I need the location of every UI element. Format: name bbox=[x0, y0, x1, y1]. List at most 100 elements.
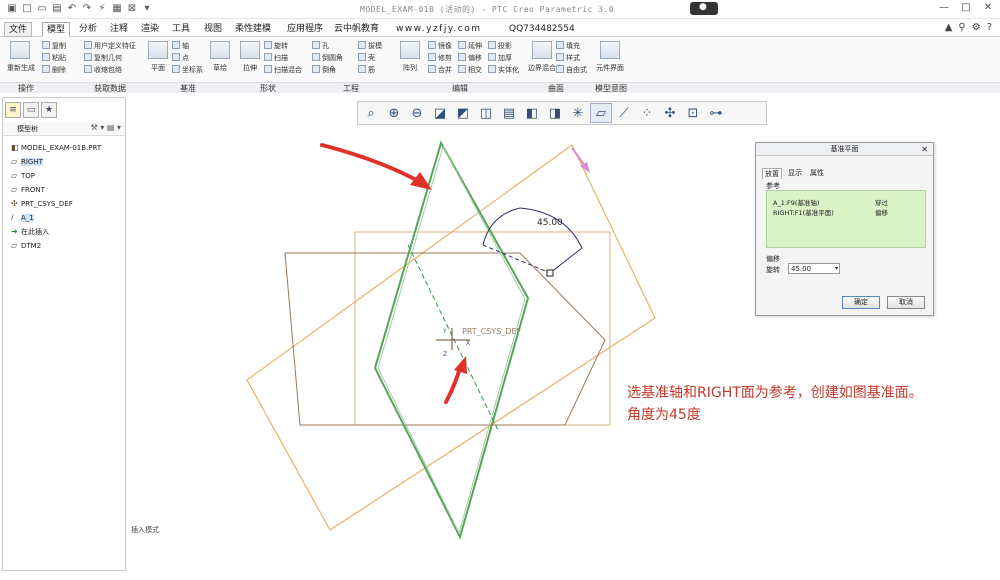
refit-icon[interactable]: ⌕ bbox=[360, 103, 382, 123]
sketch-button[interactable] bbox=[210, 41, 230, 59]
minimize-icon[interactable]: — bbox=[938, 2, 950, 13]
perspective-icon[interactable]: ◨ bbox=[544, 103, 566, 123]
tab-annotate[interactable]: 注释 bbox=[106, 22, 132, 37]
chevron-down-icon[interactable]: ▾ bbox=[835, 264, 838, 274]
swept-blend-button[interactable]: 扫描混合 bbox=[264, 65, 302, 75]
group-get-data[interactable]: 获取数据 bbox=[94, 83, 126, 94]
search-toggle[interactable]: ● bbox=[690, 2, 718, 15]
point-button[interactable]: 点 bbox=[172, 53, 189, 63]
delete-button[interactable]: 删除 bbox=[42, 65, 66, 75]
ok-button[interactable]: 确定 bbox=[842, 296, 880, 309]
intersect-button[interactable]: 相交 bbox=[458, 65, 482, 75]
favorites-tab-icon[interactable]: ★ bbox=[41, 102, 57, 118]
zoom-out-icon[interactable]: ⊖ bbox=[406, 103, 428, 123]
mirror-button[interactable]: 镜像 bbox=[428, 41, 452, 51]
rib-button[interactable]: 筋 bbox=[358, 65, 375, 75]
tab-display[interactable]: 显示 bbox=[786, 168, 804, 179]
references-list[interactable]: A_1:F9(基准轴) 穿过 RIGHT:F1(基准平面) 偏移 bbox=[766, 190, 926, 248]
cancel-button[interactable]: 取消 bbox=[887, 296, 925, 309]
group-operations[interactable]: 操作 bbox=[18, 83, 34, 94]
tree-item-right[interactable]: ▱ RIGHT bbox=[11, 157, 43, 167]
tab-applications[interactable]: 应用程序 bbox=[283, 22, 327, 37]
round-button[interactable]: 倒圆角 bbox=[312, 53, 343, 63]
tab-qq[interactable]: QQ734482554 bbox=[505, 22, 579, 37]
plane-button[interactable] bbox=[148, 41, 168, 59]
thicken-button[interactable]: 加厚 bbox=[488, 53, 512, 63]
rotation-input[interactable]: 45.00 ▾ bbox=[788, 263, 840, 274]
help-icon[interactable]: ? bbox=[987, 22, 992, 33]
redo-icon[interactable]: ↷ bbox=[81, 3, 93, 15]
tab-yzf-education[interactable]: 云中帆教育 bbox=[330, 22, 383, 37]
tab-tools[interactable]: 工具 bbox=[168, 22, 194, 37]
datum-filter-icon[interactable]: ⊶ bbox=[705, 103, 727, 123]
tab-placement[interactable]: 放置 bbox=[762, 168, 782, 179]
tree-item-front[interactable]: ▱ FRONT bbox=[11, 185, 45, 195]
solidify-button[interactable]: 实体化 bbox=[488, 65, 519, 75]
open-file-icon[interactable]: ▭ bbox=[36, 3, 48, 15]
boundary-blend-button[interactable] bbox=[532, 41, 552, 59]
reference-row[interactable]: RIGHT:F1(基准平面) 偏移 bbox=[773, 207, 923, 217]
minimize-ribbon-icon[interactable]: ▲ bbox=[945, 22, 953, 33]
tree-settings-icon[interactable]: ⚒ ▾ ▤ ▾ bbox=[91, 123, 121, 132]
search-icon[interactable]: ⚲ bbox=[958, 22, 965, 33]
udf-button[interactable]: 用户定义特征 bbox=[84, 41, 136, 51]
close-window-icon[interactable]: ⊠ bbox=[126, 3, 138, 15]
tree-item-top[interactable]: ▱ TOP bbox=[11, 171, 35, 181]
plane-display-icon[interactable]: ▱ bbox=[590, 103, 612, 123]
tree-item-axis[interactable]: / A_1 bbox=[11, 213, 34, 223]
tab-website[interactable]: www.yzfjy.com bbox=[392, 22, 485, 37]
windows-icon[interactable]: ▦ bbox=[111, 3, 123, 15]
group-model-intent[interactable]: 模型意图 bbox=[595, 83, 627, 94]
axis-display-icon[interactable]: ⟋ bbox=[613, 103, 635, 123]
shrinkwrap-button[interactable]: 收缩包络 bbox=[84, 65, 122, 75]
revolve-button[interactable]: 旋转 bbox=[264, 41, 288, 51]
view-manager-icon[interactable]: ▤ bbox=[498, 103, 520, 123]
trim-button[interactable]: 修剪 bbox=[428, 53, 452, 63]
reference-row[interactable]: A_1:F9(基准轴) 穿过 bbox=[773, 197, 923, 207]
tree-item-dtm2[interactable]: ▱ DTM2 bbox=[11, 241, 41, 251]
dialog-titlebar[interactable]: 基准平面 ✕ bbox=[756, 143, 933, 156]
settings-icon[interactable]: ⚙ bbox=[972, 22, 981, 33]
shell-button[interactable]: 壳 bbox=[358, 53, 375, 63]
chamfer-button[interactable]: 倒角 bbox=[312, 65, 336, 75]
extend-button[interactable]: 延伸 bbox=[458, 41, 482, 51]
reorient-icon[interactable]: ◩ bbox=[452, 103, 474, 123]
offset-button[interactable]: 偏移 bbox=[458, 53, 482, 63]
saved-orientations-icon[interactable]: ◫ bbox=[475, 103, 497, 123]
tab-flexible-modeling[interactable]: 柔性建模 bbox=[231, 22, 275, 37]
paste-button[interactable]: 粘贴 bbox=[42, 53, 66, 63]
regenerate-button[interactable] bbox=[10, 41, 30, 59]
display-style-icon[interactable]: ◧ bbox=[521, 103, 543, 123]
group-datum[interactable]: 基准 bbox=[180, 83, 196, 94]
tree-item-csys[interactable]: ✣ PRT_CSYS_DEF bbox=[11, 199, 73, 209]
extrude-button[interactable] bbox=[240, 41, 260, 59]
copy-button[interactable]: 复制 bbox=[42, 41, 66, 51]
csys-display-icon[interactable]: ✣ bbox=[659, 103, 681, 123]
sweep-button[interactable]: 扫描 bbox=[264, 53, 288, 63]
tab-view[interactable]: 视图 bbox=[200, 22, 226, 37]
component-interface-button[interactable] bbox=[600, 41, 620, 59]
maximize-icon[interactable]: □ bbox=[960, 2, 972, 13]
regenerate-icon[interactable]: ⚡ bbox=[96, 3, 108, 15]
hole-button[interactable]: 孔 bbox=[312, 41, 329, 51]
draft-button[interactable]: 拔模 bbox=[358, 41, 382, 51]
undo-icon[interactable]: ↶ bbox=[66, 3, 78, 15]
tab-file[interactable]: 文件 bbox=[4, 22, 33, 37]
merge-button[interactable]: 合并 bbox=[428, 65, 452, 75]
tab-properties[interactable]: 属性 bbox=[808, 168, 826, 179]
group-editing[interactable]: 编辑 bbox=[452, 83, 468, 94]
group-shapes[interactable]: 形状 bbox=[260, 83, 276, 94]
new-file-icon[interactable]: □ bbox=[21, 3, 33, 15]
close-icon[interactable]: ✕ bbox=[982, 2, 994, 13]
pattern-button[interactable] bbox=[400, 41, 420, 59]
tab-model[interactable]: 模型 bbox=[42, 22, 71, 37]
freestyle-button[interactable]: 自由式 bbox=[556, 65, 587, 75]
tree-item-insert-here[interactable]: ➜ 在此插入 bbox=[11, 227, 49, 237]
tree-item-part[interactable]: ◧ MODEL_EXAM-01B.PRT bbox=[11, 143, 101, 153]
project-button[interactable]: 投影 bbox=[488, 41, 512, 51]
annotation-display-icon[interactable]: ⊡ bbox=[682, 103, 704, 123]
tab-render[interactable]: 渲染 bbox=[137, 22, 163, 37]
copy-geometry-button[interactable]: 复制几何 bbox=[84, 53, 122, 63]
customize-qat-icon[interactable]: ▾ bbox=[141, 3, 153, 15]
repaint-icon[interactable]: ◪ bbox=[429, 103, 451, 123]
